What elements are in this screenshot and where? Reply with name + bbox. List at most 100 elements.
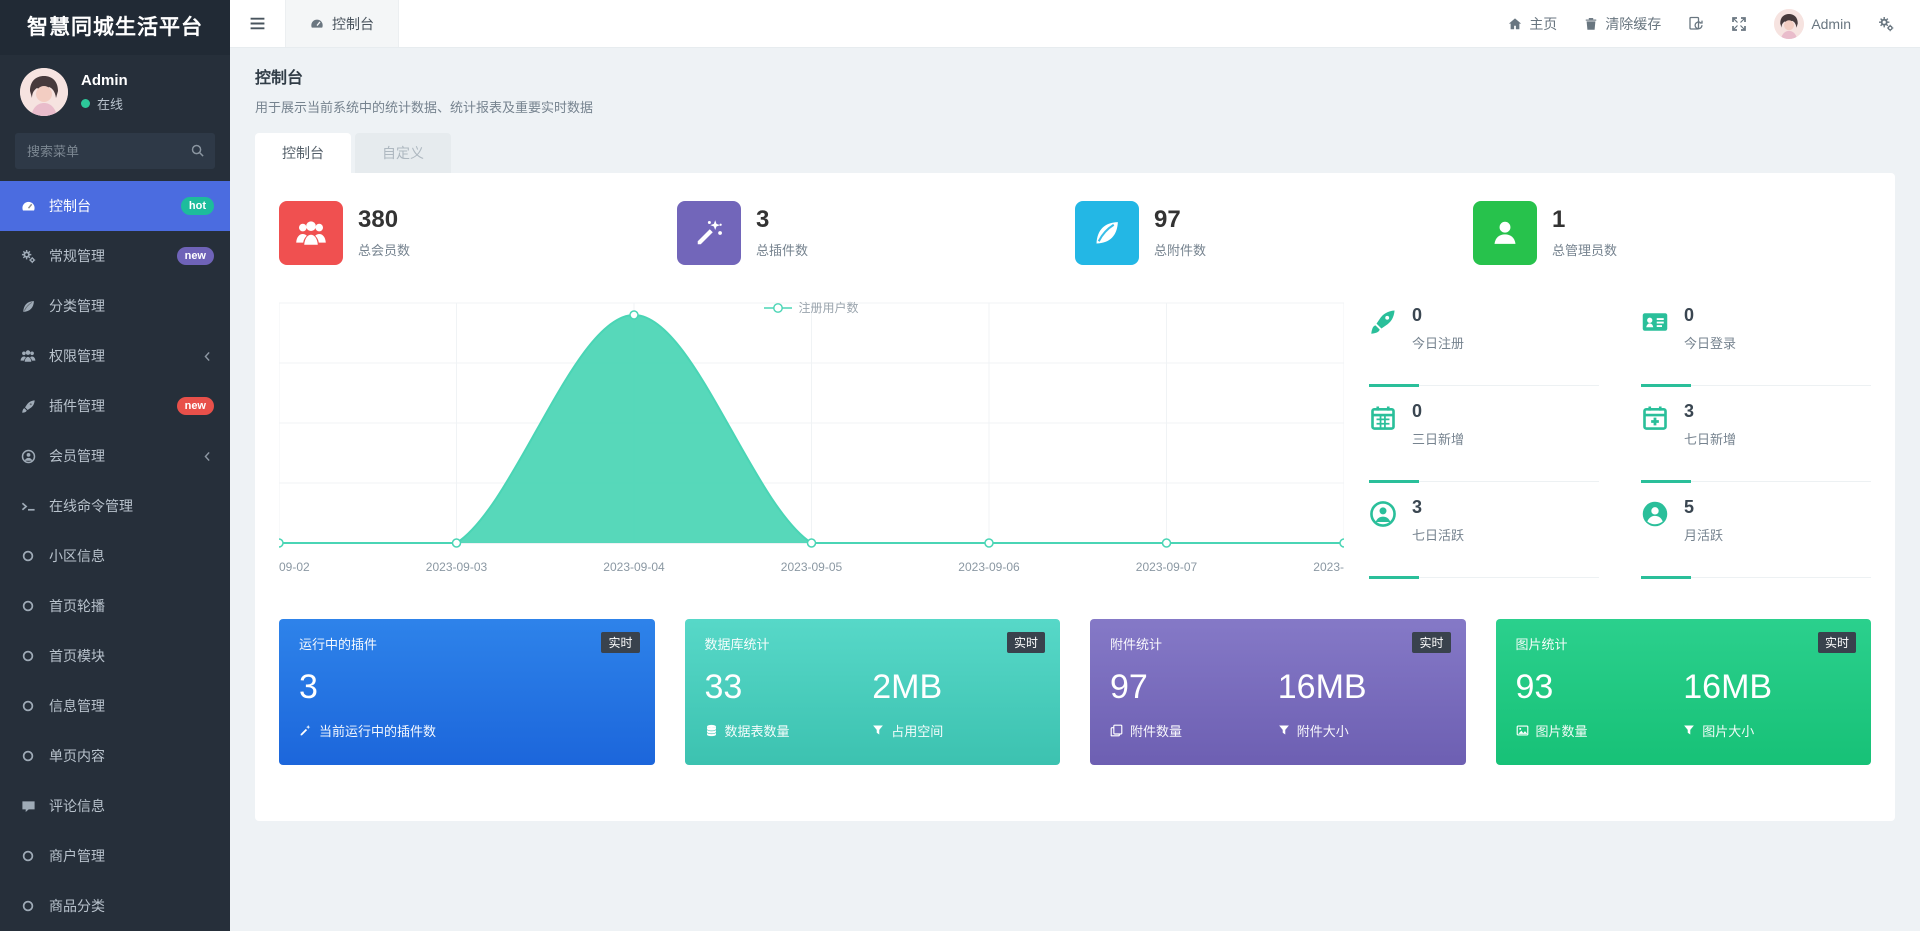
card-running-addons: 运行中的插件 实时 3 当前运行中的插件数: [279, 619, 655, 765]
sidebar-user-panel[interactable]: Admin 在线: [0, 55, 230, 129]
sidebar-item-info[interactable]: 信息管理: [0, 681, 230, 731]
stat-total-addons: 3 总插件数: [677, 201, 1075, 265]
sidebar-item-page[interactable]: 单页内容: [0, 731, 230, 781]
user-circle-filled-icon: [1641, 500, 1669, 528]
sidebar-item-label: 在线命令管理: [49, 496, 133, 516]
clear-cache-button[interactable]: 清除缓存: [1584, 14, 1661, 34]
card-metric-label: 占用空间: [891, 721, 943, 740]
svg-text:2023-09-06: 2023-09-06: [958, 560, 1020, 574]
sidebar-item-auth[interactable]: 权限管理: [0, 331, 230, 381]
sidebar-item-label: 评论信息: [49, 796, 105, 816]
stat-total-attachments: 97 总附件数: [1075, 201, 1473, 265]
sidebar-item-goods[interactable]: 商品分类: [0, 881, 230, 931]
topbar-tab-label: 控制台: [332, 14, 374, 34]
tab-custom[interactable]: 自定义: [355, 133, 451, 173]
sidebar-item-label: 会员管理: [49, 446, 105, 466]
topbar-user[interactable]: Admin: [1774, 9, 1851, 39]
sidebar-item-dashboard[interactable]: 控制台 hot: [0, 181, 230, 231]
image-icon: [1516, 724, 1529, 737]
sidebar-item-merchant[interactable]: 商户管理: [0, 831, 230, 881]
stat-label: 总管理员数: [1552, 240, 1617, 259]
sidebar-item-comment[interactable]: 评论信息: [0, 781, 230, 831]
stats-row: 380 总会员数 3 总插件数: [279, 201, 1871, 265]
card-value: 16MB: [1278, 667, 1446, 708]
svg-text:2023-09-07: 2023-09-07: [1136, 560, 1198, 574]
leaf-icon: [16, 299, 40, 314]
realtime-badge: 实时: [1412, 632, 1450, 653]
menu-search: [15, 133, 215, 169]
realtime-badge: 实时: [1007, 632, 1045, 653]
menu-toggle-icon[interactable]: [230, 0, 285, 47]
registrations-chart: 2023-09-022023-09-032023-09-042023-09-05…: [279, 295, 1344, 581]
page-head: 控制台 用于展示当前系统中的统计数据、统计报表及重要实时数据: [255, 64, 1895, 116]
topbar-tab-dashboard[interactable]: 控制台: [285, 0, 399, 47]
mini-stat-label: 月活跃: [1684, 525, 1723, 544]
database-icon: [705, 724, 718, 737]
sidebar-item-label: 商品分类: [49, 896, 105, 916]
sidebar-item-label: 权限管理: [49, 346, 105, 366]
card-value: 16MB: [1683, 667, 1851, 708]
filter-icon: [1278, 724, 1290, 736]
search-input[interactable]: [15, 133, 215, 169]
sidebar-item-category[interactable]: 分类管理: [0, 281, 230, 331]
mini-stat-7day-new: 3七日新增: [1641, 393, 1871, 489]
gears-icon: [16, 249, 40, 264]
svg-text:2023-09-08: 2023-09-08: [1313, 560, 1344, 574]
card-title: 数据库统计: [705, 634, 1041, 653]
home-icon: [1508, 17, 1522, 31]
users-group-icon: [16, 348, 40, 364]
circle-icon: [16, 749, 40, 763]
sidebar-item-user[interactable]: 会员管理: [0, 431, 230, 481]
sidebar-item-module[interactable]: 首页模块: [0, 631, 230, 681]
sidebar-item-label: 信息管理: [49, 696, 105, 716]
card-database: 数据库统计 实时 33 数据表数量 2MB: [685, 619, 1061, 765]
comment-icon: [16, 799, 40, 814]
home-link[interactable]: 主页: [1508, 14, 1557, 34]
sidebar-item-label: 小区信息: [49, 546, 105, 566]
app-logo: 智慧同城生活平台: [0, 0, 230, 55]
summary-cards: 运行中的插件 实时 3 当前运行中的插件数: [279, 619, 1871, 765]
card-value: 33: [705, 667, 873, 708]
sidebar-item-banner[interactable]: 首页轮播: [0, 581, 230, 631]
chevron-left-icon: [201, 450, 214, 463]
sidebar-item-general[interactable]: 常规管理 new: [0, 231, 230, 281]
sidebar-item-label: 商户管理: [49, 846, 105, 866]
sidebar-item-community[interactable]: 小区信息: [0, 531, 230, 581]
tab-dashboard[interactable]: 控制台: [255, 133, 351, 173]
circle-icon: [16, 899, 40, 913]
sidebar: 智慧同城生活平台 Admin 在线 控制台 hot: [0, 0, 230, 931]
magic-wand-icon: [299, 724, 312, 737]
chart-row: 注册用户数 2023-09-022023-09-032023-09-042023…: [279, 295, 1871, 585]
mini-stat-value: 0: [1684, 305, 1736, 326]
sidebar-item-label: 首页模块: [49, 646, 105, 666]
stat-value: 97: [1154, 207, 1206, 233]
sidebar-item-label: 插件管理: [49, 396, 105, 416]
new-badge: new: [177, 247, 214, 265]
settings-icon[interactable]: [1878, 16, 1894, 32]
registrations-chart-container: 注册用户数 2023-09-022023-09-032023-09-042023…: [279, 295, 1344, 585]
mini-stat-label: 三日新增: [1412, 429, 1464, 448]
card-metric-label: 附件大小: [1297, 721, 1349, 740]
topbar-right: 主页 清除缓存 Admin: [1508, 9, 1920, 39]
sidebar-item-command[interactable]: 在线命令管理: [0, 481, 230, 531]
dashboard-panel: 380 总会员数 3 总插件数: [255, 173, 1895, 821]
divider: [1641, 480, 1871, 483]
realtime-badge: 实时: [601, 632, 639, 653]
card-metric-label: 数据表数量: [725, 721, 790, 740]
fullscreen-icon[interactable]: [1731, 16, 1747, 32]
check-update-icon[interactable]: [1688, 16, 1704, 32]
card-metric-label: 图片大小: [1702, 721, 1754, 740]
sidebar-item-label: 控制台: [49, 196, 91, 216]
svg-text:2023-09-04: 2023-09-04: [603, 560, 665, 574]
page-subtitle: 用于展示当前系统中的统计数据、统计报表及重要实时数据: [255, 97, 1895, 116]
stat-value: 3: [756, 207, 808, 233]
filter-icon: [1683, 724, 1695, 736]
user-avatar: [1774, 9, 1804, 39]
mini-stat-month-active: 5月活跃: [1641, 489, 1871, 585]
user-status: 在线: [97, 94, 123, 113]
sidebar-item-addon[interactable]: 插件管理 new: [0, 381, 230, 431]
mini-stat-today-login: 0今日登录: [1641, 297, 1871, 393]
svg-text:2023-09-03: 2023-09-03: [426, 560, 488, 574]
divider: [1369, 384, 1599, 387]
new-badge: new: [177, 397, 214, 415]
